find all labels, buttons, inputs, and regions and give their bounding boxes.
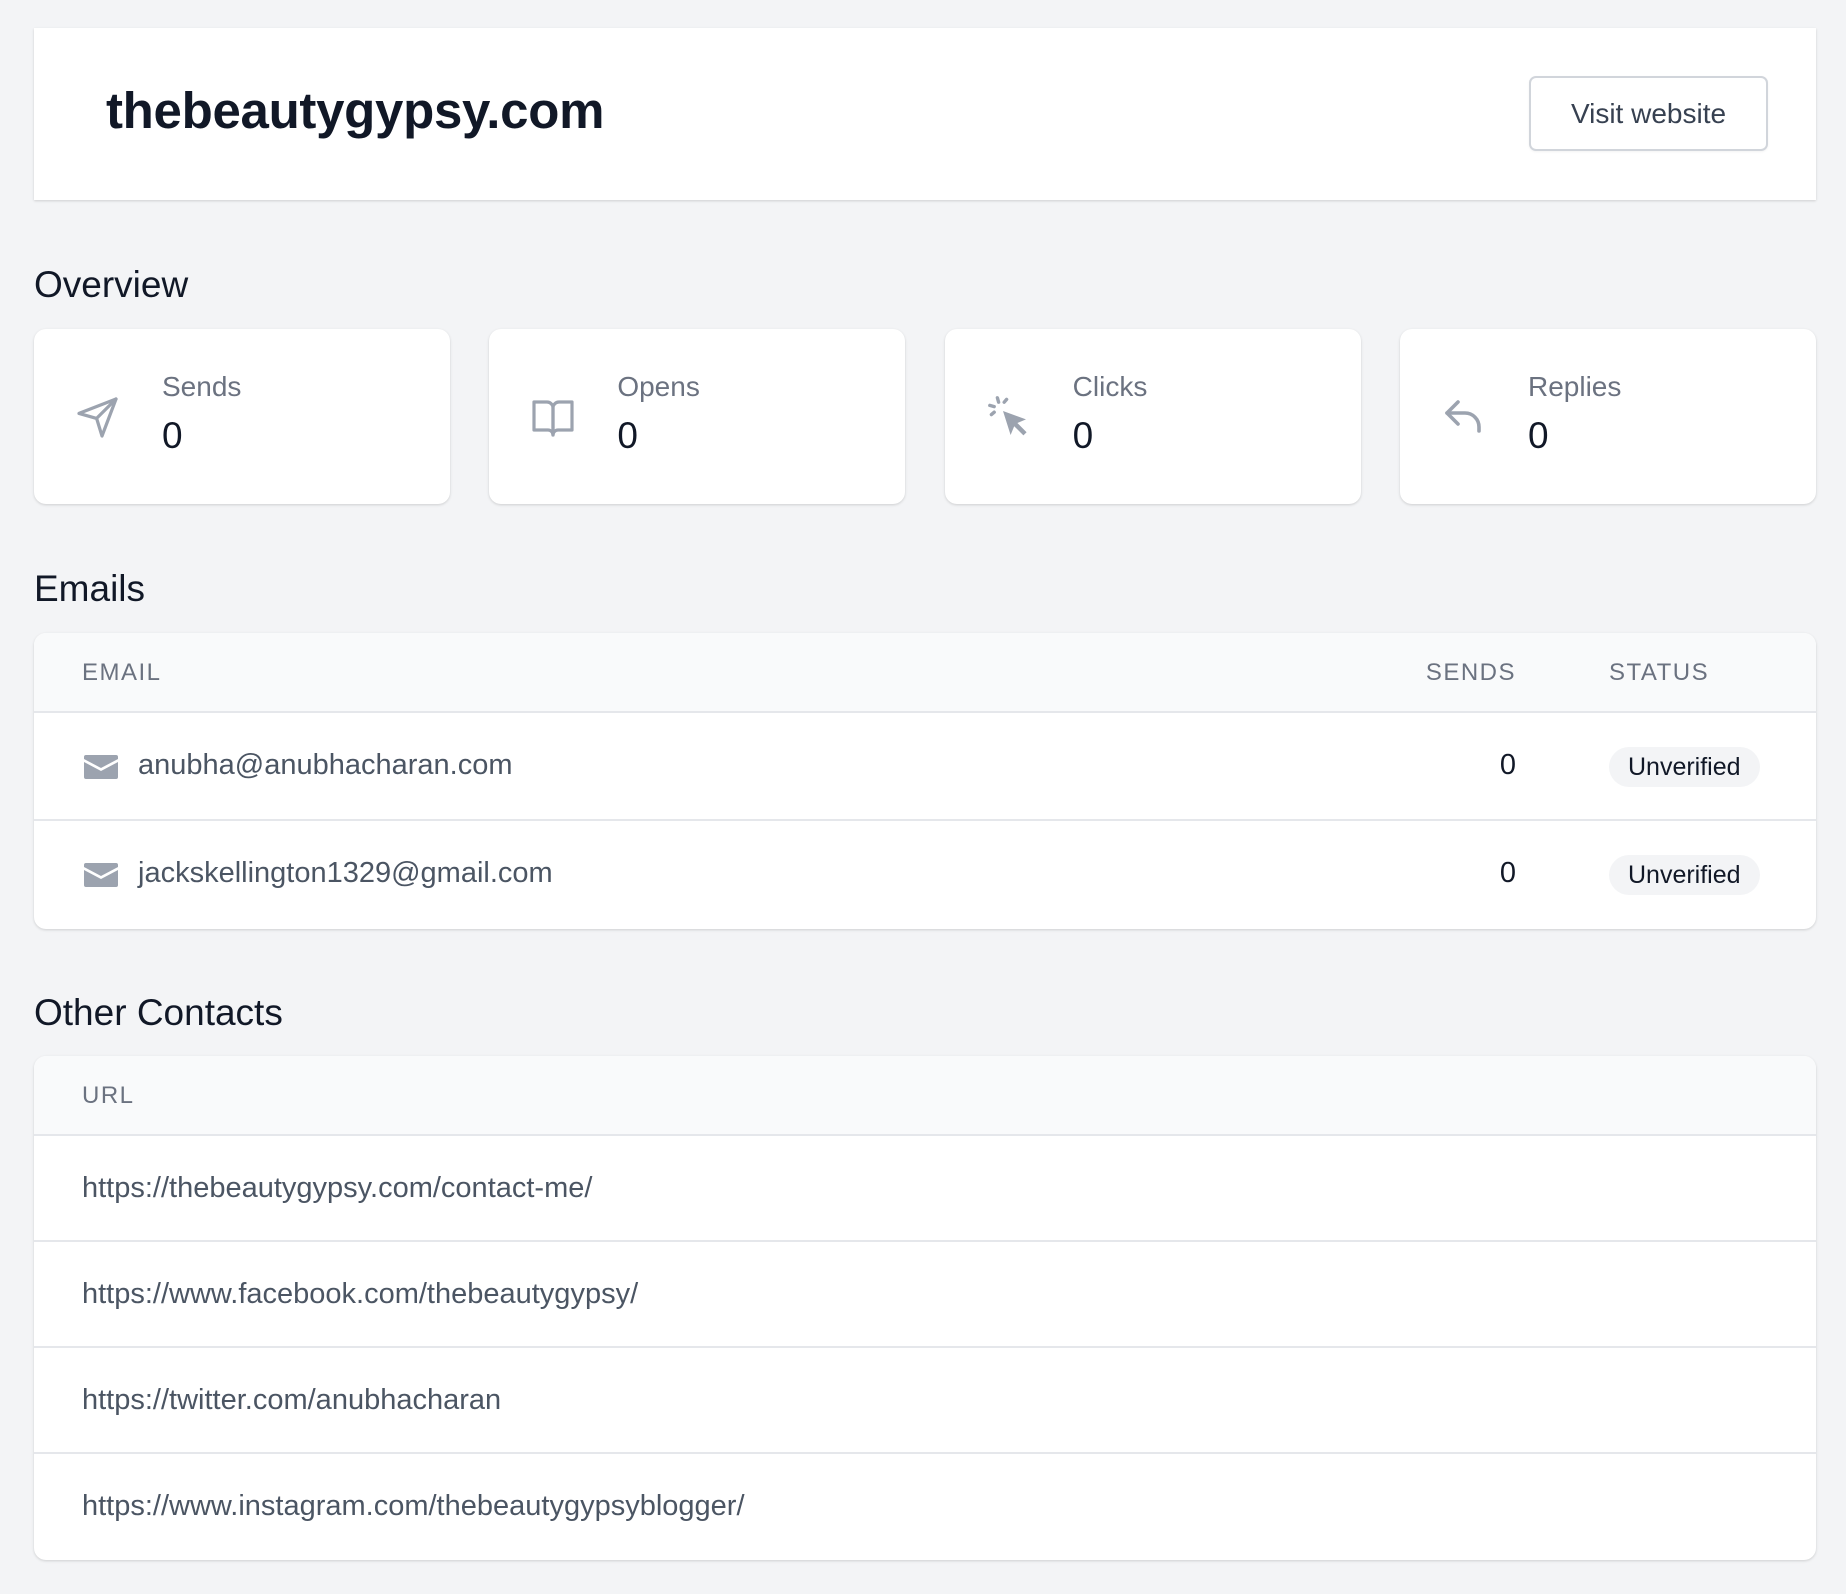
stat-card-opens: Opens 0 bbox=[489, 329, 906, 504]
contact-url[interactable]: https://www.facebook.com/thebeautygypsy/ bbox=[82, 1278, 638, 1311]
column-header-email: EMAIL bbox=[82, 659, 162, 686]
reply-icon bbox=[1445, 400, 1481, 433]
send-icon bbox=[77, 397, 118, 438]
status-badge: Unverified bbox=[1609, 747, 1760, 787]
sends-count: 0 bbox=[1499, 857, 1516, 889]
table-row: https://www.instagram.com/thebeautygypsy… bbox=[34, 1454, 1816, 1560]
table-header: EMAIL SENDS STATUS bbox=[34, 633, 1816, 713]
stat-label: Opens bbox=[617, 371, 700, 402]
contact-url[interactable]: https://thebeautygypsy.com/contact-me/ bbox=[82, 1172, 592, 1205]
stat-card-clicks: Clicks 0 bbox=[944, 329, 1361, 504]
contact-url[interactable]: https://www.instagram.com/thebeautygypsy… bbox=[82, 1490, 745, 1523]
table-row: https://www.facebook.com/thebeautygypsy/ bbox=[34, 1242, 1816, 1348]
other-contacts-title: Other Contacts bbox=[34, 992, 283, 1033]
stat-value: 0 bbox=[1072, 415, 1094, 456]
stat-value: 0 bbox=[617, 415, 638, 456]
column-header-sends: SENDS bbox=[1425, 659, 1516, 686]
stat-label: Replies bbox=[1527, 371, 1622, 402]
mail-icon bbox=[84, 755, 118, 779]
table-row: https://thebeautygypsy.com/contact-me/ bbox=[34, 1136, 1816, 1242]
column-header-status: STATUS bbox=[1609, 659, 1710, 686]
table-row: anubha@anubhacharan.com 0 Unverified bbox=[34, 713, 1816, 821]
other-contacts-table: URL https://thebeautygypsy.com/contact-m… bbox=[34, 1056, 1816, 1560]
email-address[interactable]: anubha@anubhacharan.com bbox=[138, 749, 513, 782]
table-row: https://twitter.com/anubhacharan bbox=[34, 1348, 1816, 1454]
status-badge: Unverified bbox=[1609, 855, 1760, 895]
stat-card-sends: Sends 0 bbox=[34, 329, 450, 504]
emails-table: EMAIL SENDS STATUS anubha@anubhacharan.c… bbox=[34, 633, 1816, 929]
table-row: jackskellington1329@gmail.com 0 Unverifi… bbox=[34, 821, 1816, 929]
stat-label: Sends bbox=[162, 371, 242, 402]
page-title: thebeautygypsy.com bbox=[106, 82, 605, 139]
email-address[interactable]: jackskellington1329@gmail.com bbox=[138, 857, 553, 890]
stat-label: Clicks bbox=[1072, 371, 1148, 402]
header-card: thebeautygypsy.com Visit website bbox=[34, 28, 1816, 200]
table-header: URL bbox=[34, 1056, 1816, 1136]
stats-grid: Sends 0 Opens 0 Clicks 0 Replies 0 bbox=[34, 329, 1816, 504]
cursor-click-icon bbox=[987, 396, 1027, 436]
column-header-url: URL bbox=[82, 1082, 135, 1109]
sends-count: 0 bbox=[1499, 749, 1516, 781]
page-container: thebeautygypsy.com Visit website Overvie… bbox=[34, 28, 1816, 1560]
contact-url[interactable]: https://twitter.com/anubhacharan bbox=[82, 1384, 501, 1417]
stat-card-replies: Replies 0 bbox=[1399, 329, 1816, 504]
stat-value: 0 bbox=[162, 415, 183, 456]
emails-title: Emails bbox=[34, 568, 146, 609]
visit-website-button[interactable]: Visit website bbox=[1529, 76, 1768, 151]
stat-value: 0 bbox=[1527, 415, 1549, 456]
mail-icon bbox=[84, 863, 118, 887]
book-open-icon bbox=[532, 400, 574, 437]
overview-title: Overview bbox=[34, 264, 189, 305]
